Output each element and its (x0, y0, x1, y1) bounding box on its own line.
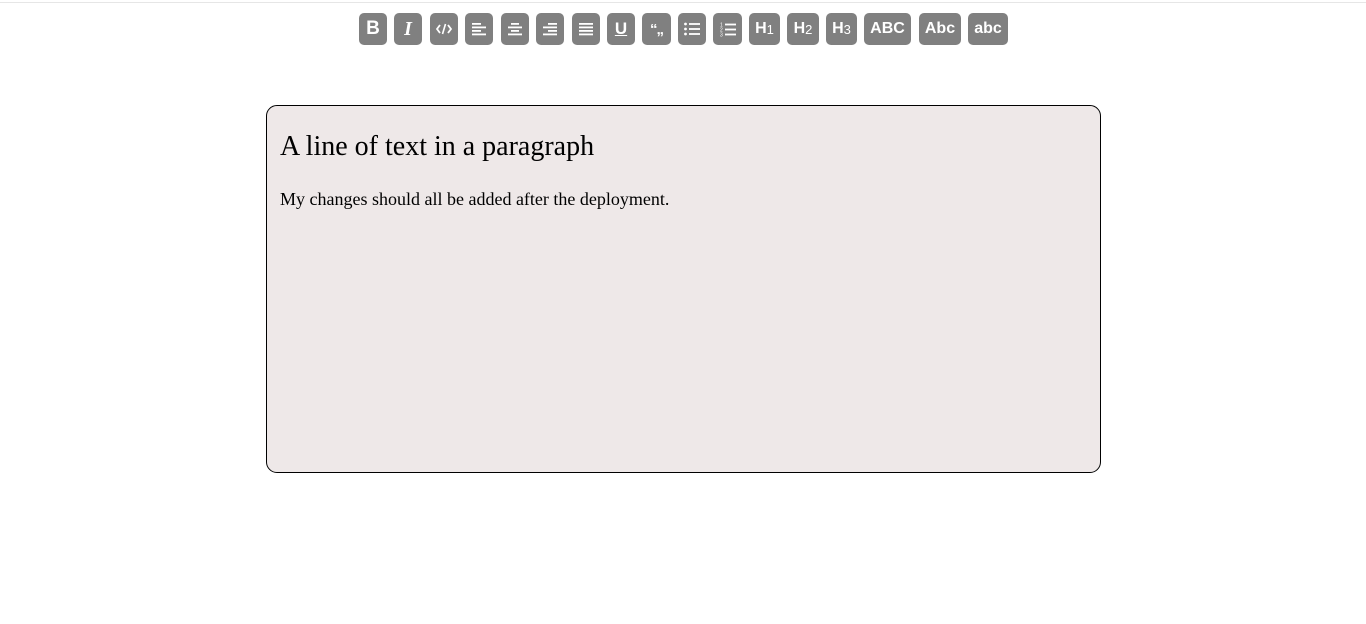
numbered-list-button[interactable]: 1 2 3 (713, 13, 742, 45)
editor-heading: A line of text in a paragraph (280, 131, 595, 162)
formatting-toolbar: B I U “„ 1 2 3 H1 H2 H3 ABC Abc abc (0, 13, 1366, 45)
numbered-list-icon: 1 2 3 (720, 22, 736, 37)
heading-2-number: 2 (805, 22, 813, 37)
align-justify-button[interactable] (572, 13, 600, 45)
editor-paragraph: My changes should all be added after the… (280, 189, 670, 209)
heading-1-letter: H (755, 20, 767, 37)
align-justify-icon (579, 23, 593, 36)
heading-3-icon: H3 (832, 20, 851, 38)
heading-1-number: 1 (766, 22, 774, 37)
heading-2-icon: H2 (794, 20, 813, 38)
uppercase-button[interactable]: ABC (864, 13, 911, 45)
italic-button[interactable]: I (394, 13, 422, 45)
code-icon (436, 23, 452, 35)
quote-icon: “„ (650, 20, 664, 38)
bullet-list-icon (684, 22, 700, 36)
heading-3-number: 3 (843, 22, 851, 37)
titlecase-label: Abc (924, 20, 956, 37)
heading-2-letter: H (793, 20, 806, 37)
underline-button[interactable]: U (607, 13, 635, 45)
code-button[interactable] (430, 13, 458, 45)
heading-1-icon: H1 (755, 20, 774, 38)
underline-icon: U (614, 19, 628, 38)
align-left-button[interactable] (465, 13, 493, 45)
bold-button[interactable]: B (359, 13, 387, 45)
align-right-icon (543, 23, 557, 36)
align-center-button[interactable] (501, 13, 529, 45)
italic-icon: I (404, 17, 412, 40)
uppercase-label: ABC (870, 20, 905, 37)
bullet-list-button[interactable] (678, 13, 706, 45)
lowercase-label: abc (974, 20, 1002, 37)
align-center-icon (508, 23, 522, 36)
lowercase-button[interactable]: abc (968, 13, 1008, 45)
align-left-icon (472, 23, 486, 36)
rich-text-editor[interactable]: A line of text in a paragraph My changes… (266, 105, 1101, 473)
blockquote-button[interactable]: “„ (642, 13, 671, 45)
heading-3-button[interactable]: H3 (826, 13, 857, 45)
svg-text:3: 3 (720, 32, 723, 37)
titlecase-button[interactable]: Abc (919, 13, 961, 45)
heading-2-button[interactable]: H2 (787, 13, 819, 45)
heading-3-letter: H (832, 20, 844, 37)
bold-icon: B (366, 18, 380, 39)
top-divider (0, 2, 1366, 3)
heading-1-button[interactable]: H1 (749, 13, 780, 45)
align-right-button[interactable] (536, 13, 564, 45)
